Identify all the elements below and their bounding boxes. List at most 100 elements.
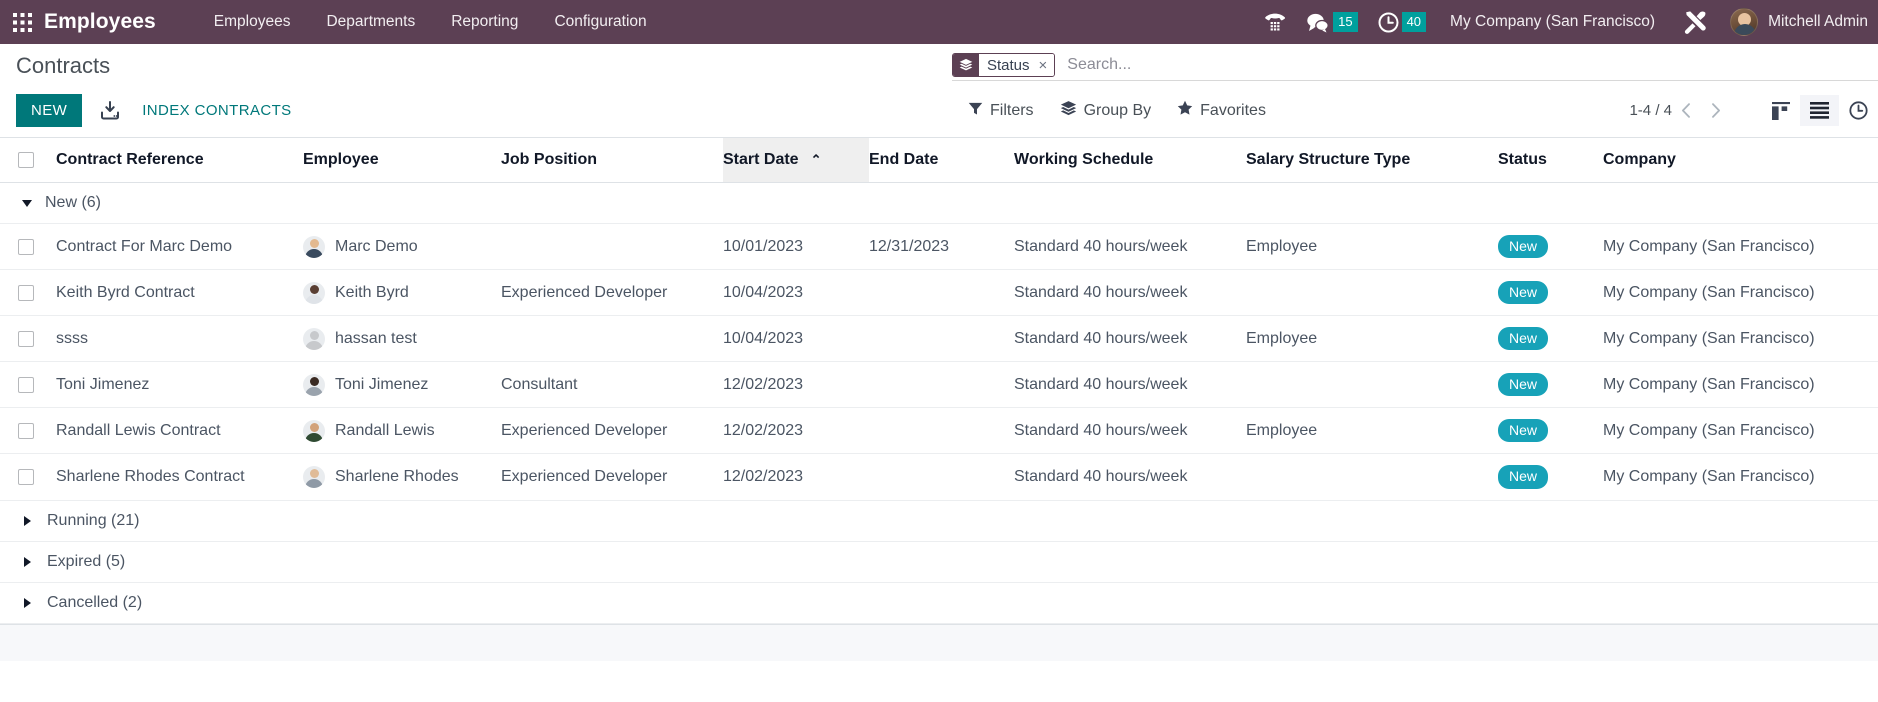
pager-value[interactable]: 1-4 / 4 <box>1629 102 1672 119</box>
cell-working-schedule[interactable]: Standard 40 hours/week <box>1014 269 1246 317</box>
close-icon[interactable]: × <box>1034 54 1055 76</box>
kanban-view-icon[interactable] <box>1762 95 1800 127</box>
apps-grid-icon[interactable] <box>0 0 44 44</box>
caret-down-icon[interactable] <box>22 199 32 207</box>
messages-icon[interactable]: 15 <box>1296 0 1367 44</box>
row-checkbox[interactable] <box>18 376 34 393</box>
column-job-position[interactable]: Job Position <box>501 138 723 183</box>
select-all-checkbox-cell[interactable] <box>0 138 56 183</box>
group-header-row[interactable]: New (6) <box>0 182 1878 224</box>
cell-contract-reference[interactable]: Toni Jimenez <box>56 361 303 409</box>
cell-company[interactable]: My Company (San Francisco) <box>1603 361 1878 409</box>
cell-job-position[interactable] <box>501 315 723 363</box>
index-contracts-button[interactable]: INDEX CONTRACTS <box>142 102 291 119</box>
activity-clock-icon[interactable] <box>1839 94 1878 127</box>
cell-start-date[interactable]: 10/04/2023 <box>723 315 869 363</box>
cell-status[interactable]: New <box>1498 269 1603 317</box>
cell-end-date[interactable] <box>869 407 1014 455</box>
cell-status[interactable]: New <box>1498 453 1603 501</box>
cell-start-date[interactable]: 10/01/2023 <box>723 223 869 271</box>
app-brand-employees[interactable]: Employees <box>44 10 160 34</box>
chevron-left-icon[interactable] <box>1672 102 1701 119</box>
row-checkbox-cell[interactable] <box>0 269 56 317</box>
group-header-cell[interactable]: Cancelled (2) <box>0 582 1878 624</box>
cell-start-date[interactable]: 12/02/2023 <box>723 361 869 409</box>
table-row[interactable]: Contract For Marc Demo Marc Demo 10/01/202… <box>0 223 1878 271</box>
nav-menu-employees[interactable]: Employees <box>196 0 309 44</box>
group-header-row[interactable]: Cancelled (2) <box>0 582 1878 624</box>
cell-working-schedule[interactable]: Standard 40 hours/week <box>1014 361 1246 409</box>
caret-right-icon[interactable] <box>24 556 31 567</box>
clock-icon[interactable]: 40 <box>1368 0 1436 44</box>
group-header-row[interactable]: Running (21) <box>0 500 1878 542</box>
table-row[interactable]: ssss hassan test 10/04/2023 Standard 40 hou… <box>0 315 1878 363</box>
breadcrumb[interactable]: Contracts <box>0 53 110 78</box>
cell-start-date[interactable]: 12/02/2023 <box>723 407 869 455</box>
nav-menu-departments[interactable]: Departments <box>308 0 433 44</box>
cell-contract-reference[interactable]: Randall Lewis Contract <box>56 407 303 455</box>
cell-working-schedule[interactable]: Standard 40 hours/week <box>1014 453 1246 501</box>
group-by-dropdown[interactable]: Group By <box>1060 100 1151 122</box>
group-header-cell[interactable]: Expired (5) <box>0 541 1878 583</box>
column-status[interactable]: Status <box>1498 138 1603 183</box>
cell-contract-reference[interactable]: Sharlene Rhodes Contract <box>56 453 303 501</box>
cell-job-position[interactable] <box>501 223 723 271</box>
cell-company[interactable]: My Company (San Francisco) <box>1603 407 1878 455</box>
row-checkbox[interactable] <box>18 422 34 439</box>
row-checkbox[interactable] <box>18 469 34 486</box>
cell-contract-reference[interactable]: Contract For Marc Demo <box>56 223 303 271</box>
cell-employee[interactable]: Sharlene Rhodes <box>303 453 501 501</box>
cell-company[interactable]: My Company (San Francisco) <box>1603 223 1878 271</box>
cell-job-position[interactable]: Experienced Developer <box>501 453 723 501</box>
caret-right-icon[interactable] <box>24 597 31 608</box>
cell-salary-structure-type[interactable]: Employee <box>1246 315 1498 363</box>
group-header-cell[interactable]: New (6) <box>0 182 1878 224</box>
row-checkbox[interactable] <box>18 284 34 301</box>
column-employee[interactable]: Employee <box>303 138 501 183</box>
table-row[interactable]: Toni Jimenez Toni Jimenez Consultant 12/02/… <box>0 361 1878 409</box>
row-checkbox[interactable] <box>18 330 34 347</box>
table-row[interactable]: Randall Lewis Contract Randall Lewis Exper… <box>0 407 1878 455</box>
cell-status[interactable]: New <box>1498 361 1603 409</box>
favorites-dropdown[interactable]: Favorites <box>1177 100 1266 121</box>
caret-right-icon[interactable] <box>24 515 31 526</box>
row-checkbox-cell[interactable] <box>0 361 56 409</box>
company-switcher[interactable]: My Company (San Francisco) <box>1436 13 1669 31</box>
list-view-icon[interactable] <box>1800 95 1839 126</box>
cell-working-schedule[interactable]: Standard 40 hours/week <box>1014 315 1246 363</box>
nav-menu-reporting[interactable]: Reporting <box>433 0 536 44</box>
cell-end-date[interactable] <box>869 361 1014 409</box>
cell-job-position[interactable]: Experienced Developer <box>501 407 723 455</box>
user-menu[interactable]: Mitchell Admin <box>1722 8 1878 36</box>
cell-end-date[interactable]: 12/31/2023 <box>869 223 1014 271</box>
column-end-date[interactable]: End Date <box>869 138 1014 183</box>
column-salary-structure-type[interactable]: Salary Structure Type <box>1246 138 1498 183</box>
row-checkbox-cell[interactable] <box>0 315 56 363</box>
cell-start-date[interactable]: 12/02/2023 <box>723 453 869 501</box>
column-company[interactable]: Company <box>1603 138 1878 183</box>
cell-salary-structure-type[interactable] <box>1246 269 1498 317</box>
tools-icon[interactable] <box>1669 10 1722 35</box>
cell-end-date[interactable] <box>869 269 1014 317</box>
table-row[interactable]: Sharlene Rhodes Contract Sharlene Rhodes E… <box>0 453 1878 501</box>
cell-salary-structure-type[interactable]: Employee <box>1246 223 1498 271</box>
cell-company[interactable]: My Company (San Francisco) <box>1603 315 1878 363</box>
row-checkbox[interactable] <box>18 238 34 255</box>
cell-employee[interactable]: Randall Lewis <box>303 407 501 455</box>
select-all-checkbox[interactable] <box>18 152 34 168</box>
group-header-row[interactable]: Expired (5) <box>0 541 1878 583</box>
cell-contract-reference[interactable]: Keith Byrd Contract <box>56 269 303 317</box>
cell-salary-structure-type[interactable] <box>1246 361 1498 409</box>
cell-employee[interactable]: hassan test <box>303 315 501 363</box>
chevron-right-icon[interactable] <box>1701 102 1730 119</box>
cell-employee[interactable]: Keith Byrd <box>303 269 501 317</box>
row-checkbox-cell[interactable] <box>0 223 56 271</box>
cell-employee[interactable]: Toni Jimenez <box>303 361 501 409</box>
cell-salary-structure-type[interactable]: Employee <box>1246 407 1498 455</box>
new-button[interactable]: NEW <box>16 94 83 127</box>
cell-status[interactable]: New <box>1498 223 1603 271</box>
row-checkbox-cell[interactable] <box>0 453 56 501</box>
search-facet-status[interactable]: Status × <box>952 53 1056 77</box>
search-input[interactable] <box>1055 53 1878 77</box>
row-checkbox-cell[interactable] <box>0 407 56 455</box>
